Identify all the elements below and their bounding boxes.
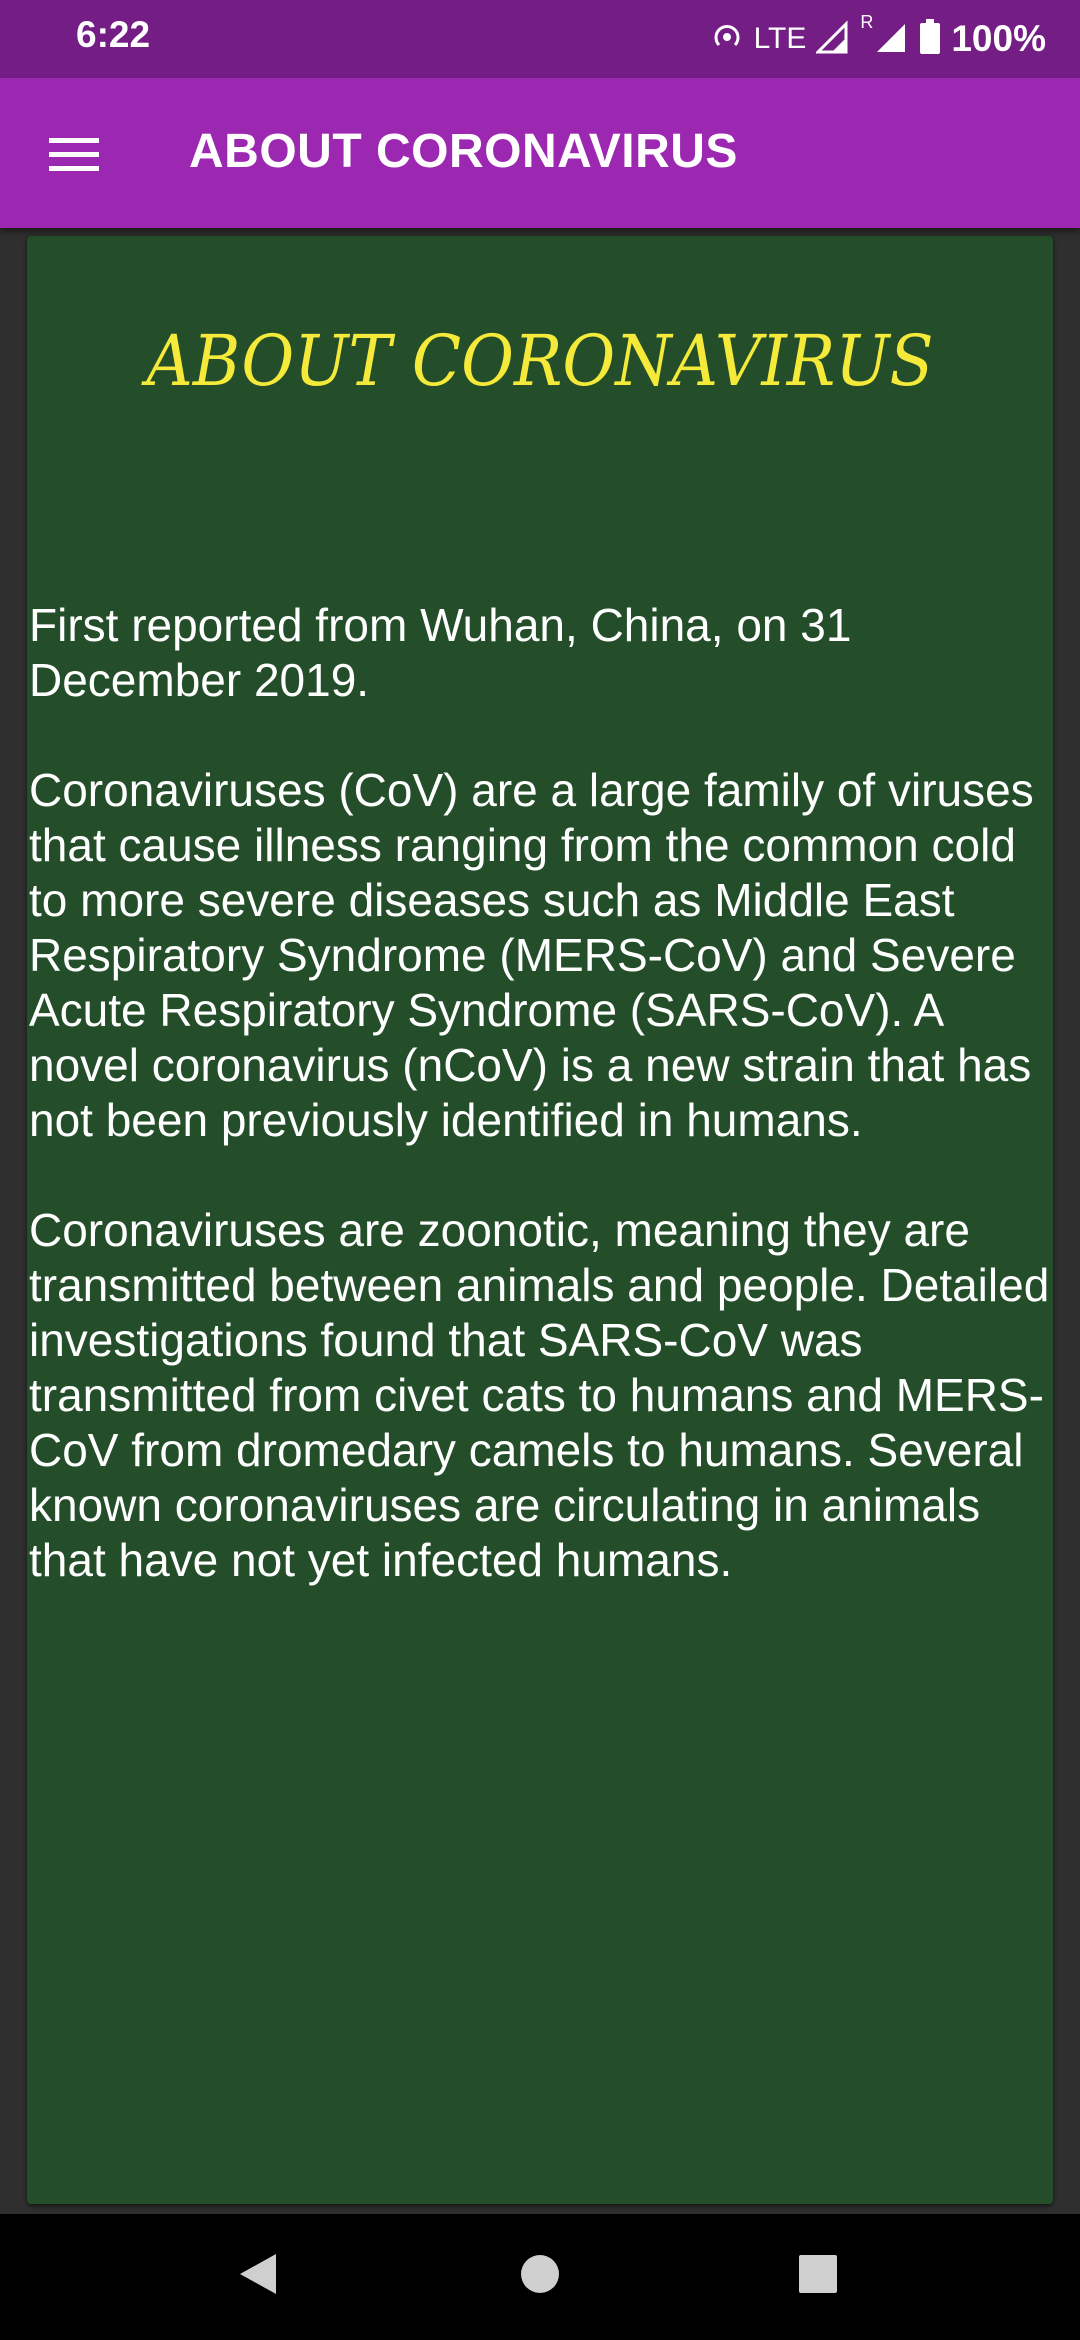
- back-triangle-icon: [236, 2251, 280, 2302]
- back-button[interactable]: [218, 2236, 298, 2316]
- hotspot-icon: [710, 20, 744, 59]
- recents-button[interactable]: [778, 2236, 858, 2316]
- content-card: ABOUT CORONAVIRUS First reported from Wu…: [27, 236, 1053, 2204]
- menu-button[interactable]: [34, 116, 114, 196]
- paragraph-first-reported: First reported from Wuhan, China, on 31 …: [29, 599, 852, 706]
- roaming-signal: R: [860, 12, 909, 59]
- card-heading: ABOUT CORONAVIRUS: [146, 320, 934, 402]
- recents-square-icon: [798, 2254, 838, 2299]
- battery-level: 100%: [951, 18, 1046, 59]
- status-bar: 6:22 LTE R 100%: [0, 0, 1080, 78]
- paragraph-coronaviruses-family: Coronaviruses (CoV) are a large family o…: [29, 764, 1034, 1146]
- home-button[interactable]: [500, 2236, 580, 2316]
- home-circle-icon: [519, 2253, 561, 2300]
- navigation-bar: [0, 2214, 1080, 2340]
- signal-icon: [814, 19, 850, 59]
- card-body: First reported from Wuhan, China, on 31 …: [29, 598, 1053, 1643]
- paragraph-zoonotic: Coronaviruses are zoonotic, meaning they…: [29, 1204, 1050, 1586]
- status-time: 6:22: [76, 14, 151, 55]
- app-bar: ABOUT CORONAVIRUS: [0, 78, 1080, 228]
- battery-icon: [919, 18, 941, 60]
- status-icons: LTE R 100%: [700, 12, 1046, 66]
- roaming-signal-icon: [875, 20, 909, 59]
- hamburger-menu-icon: [49, 136, 99, 177]
- app-title: ABOUT CORONAVIRUS: [189, 125, 738, 178]
- roaming-indicator: R: [860, 11, 874, 32]
- network-type: LTE: [753, 22, 807, 55]
